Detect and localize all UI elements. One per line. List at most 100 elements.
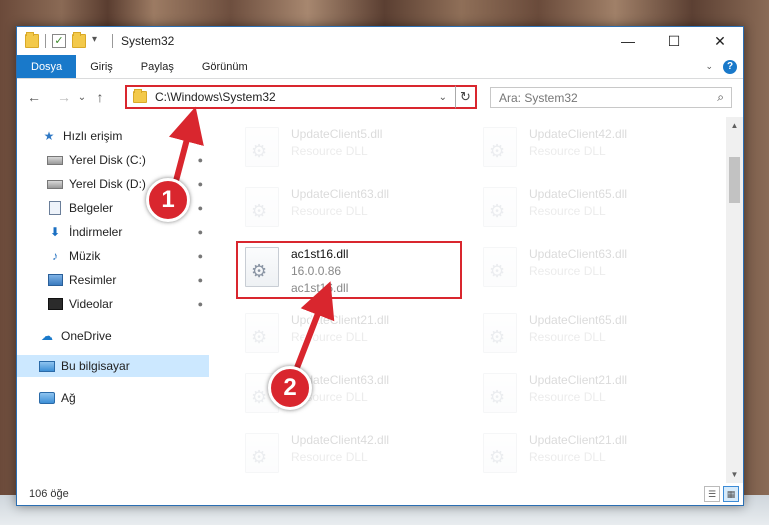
list-item[interactable]: ⚙ UpdateClient21.dll Resource DLL [477,367,697,423]
sidebar-item-downloads[interactable]: ⬇ İndirmeler ● [17,221,209,243]
list-item[interactable]: ⚙ UpdateClient21.dll Resource DLL [477,427,697,483]
pin-icon[interactable]: ● [198,155,203,165]
search-placeholder: Ara: System32 [499,90,578,105]
sidebar-item-network[interactable]: Ağ [17,387,209,409]
address-path: C:\Windows\System32 [155,90,276,104]
search-box[interactable]: Ara: System32 ⌕ [490,87,732,108]
minimize-button[interactable]: — [605,27,651,55]
file-version: 16.0.0.86 [291,264,342,278]
dll-file-icon: ⚙ [483,313,517,353]
list-item-ac1st16[interactable]: ⚙ ac1st16.dll 16.0.0.86 ac1st16.dll [239,241,459,297]
list-item[interactable]: ⚙ UpdateClient5.dll Resource DLL [239,121,459,177]
cloud-icon: ☁ [41,329,53,343]
tiles-view-icon[interactable]: ▦ [723,486,739,502]
sidebar-item-local-disk-c[interactable]: Yerel Disk (C:) ● [17,149,209,171]
maximize-button[interactable]: ☐ [651,27,697,55]
pin-icon[interactable]: ● [198,275,203,285]
sidebar-item-label: Videolar [69,297,113,311]
pin-icon[interactable]: ● [198,203,203,213]
ribbon-tabs: Dosya Giriş Paylaş Görünüm ⌄ ? [17,55,743,79]
dll-file-icon: ⚙ [245,313,279,353]
scroll-down-icon[interactable]: ▼ [726,466,743,483]
file-name: UpdateClient21.dll [291,313,390,327]
scroll-up-icon[interactable]: ▲ [726,117,743,134]
forward-button[interactable]: → [53,89,75,105]
file-name: UpdateClient63.dll [291,373,390,387]
refresh-button[interactable]: ↻ [455,85,477,109]
list-item[interactable]: ⚙ UpdateClient21.dll Resource DLL [239,307,459,363]
properties-icon[interactable]: ✓ [52,34,66,48]
search-icon: ⌕ [717,90,724,104]
status-bar: 106 öğe ☰ ▦ [17,483,743,505]
sidebar-item-label: OneDrive [61,329,112,343]
vertical-scrollbar[interactable]: ▲ ▼ [726,117,743,483]
tab-share[interactable]: Paylaş [127,55,188,78]
tab-view[interactable]: Görünüm [188,55,262,78]
dll-file-icon: ⚙ [483,187,517,227]
help-icon[interactable]: ? [723,59,737,74]
sidebar-item-label: Müzik [69,249,101,263]
file-name: UpdateClient5.dll [291,127,383,141]
music-icon: ♪ [52,249,58,263]
up-button[interactable]: ↑ [89,89,111,105]
tab-file[interactable]: Dosya [17,55,77,78]
file-type: Resource DLL [529,144,606,158]
download-icon: ⬇ [49,225,61,239]
file-name: ac1st16.dll [291,247,349,261]
sidebar-item-pictures[interactable]: Resimler ● [17,269,209,291]
sidebar-item-onedrive[interactable]: ☁ OneDrive [17,325,209,347]
list-item[interactable]: ⚙ UpdateClient42.dll Resource DLL [477,121,697,177]
pin-icon[interactable]: ● [198,299,203,309]
recent-locations-button[interactable]: ⌄ [75,92,89,103]
file-description: ac1st16.dll [291,281,349,295]
network-icon [39,391,55,405]
list-item[interactable]: ⚙ UpdateClient65.dll Resource DLL [477,307,697,363]
sidebar-item-label: Yerel Disk (C:) [69,153,146,167]
file-type: Resource DLL [291,204,368,218]
sidebar-item-label: Belgeler [69,201,114,215]
dll-file-icon: ⚙ [245,433,279,473]
file-name: UpdateClient63.dll [291,187,390,201]
address-bar[interactable]: C:\Windows\System32 ⌄ [125,85,475,109]
address-dropdown-icon[interactable]: ⌄ [439,92,447,103]
pin-icon[interactable]: ● [198,179,203,189]
list-item[interactable]: ⚙ UpdateClient42.dll Resource DLL [239,427,459,483]
list-item[interactable]: ⚙ UpdateClient65.dll Resource DLL [477,181,697,237]
document-icon [47,201,63,215]
folder-icon [25,32,39,48]
file-name: UpdateClient42.dll [291,433,390,447]
pin-icon[interactable]: ● [198,227,203,237]
dll-file-icon: ⚙ [245,373,279,413]
pin-icon[interactable]: ● [198,251,203,261]
tab-home[interactable]: Giriş [76,55,127,78]
new-folder-icon[interactable] [72,32,86,48]
back-button[interactable]: ← [23,89,45,105]
sidebar-item-label: Resimler [69,273,117,287]
navigation-bar: ← → ⌄ ↑ C:\Windows\System32 ⌄ ↻ Ara: Sys… [17,82,743,112]
file-type: Resource DLL [529,204,606,218]
sidebar-item-this-pc[interactable]: Bu bilgisayar [17,355,209,377]
sidebar-item-quick-access[interactable]: ★ Hızlı erişim [17,125,209,147]
file-name: UpdateClient21.dll [529,433,628,447]
drive-icon [47,177,63,191]
scroll-thumb[interactable] [729,157,740,203]
sidebar-item-music[interactable]: ♪ Müzik ● [17,245,209,267]
sidebar-item-label: Bu bilgisayar [61,359,130,373]
customize-toolbar-icon[interactable]: ▾ [92,34,106,48]
sidebar-item-label: Ağ [61,391,76,405]
sidebar-item-videos[interactable]: Videolar ● [17,293,209,315]
ribbon-expand-icon[interactable]: ⌄ [705,61,713,72]
file-name: UpdateClient21.dll [529,373,628,387]
close-button[interactable]: ✕ [697,27,743,55]
file-type: Resource DLL [291,390,368,404]
sidebar-item-label: İndirmeler [69,225,123,239]
list-item[interactable]: ⚙ UpdateClient63.dll Resource DLL [239,367,459,423]
sidebar-item-local-disk-d[interactable]: Yerel Disk (D:) ● [17,173,209,195]
star-icon: ★ [43,129,55,143]
dll-file-icon: ⚙ [483,373,517,413]
sidebar-item-label: Yerel Disk (D:) [69,177,146,191]
list-item[interactable]: ⚙ UpdateClient63.dll Resource DLL [477,241,697,297]
sidebar-item-documents[interactable]: Belgeler ● [17,197,209,219]
list-item[interactable]: ⚙ UpdateClient63.dll Resource DLL [239,181,459,237]
details-view-icon[interactable]: ☰ [704,486,720,502]
